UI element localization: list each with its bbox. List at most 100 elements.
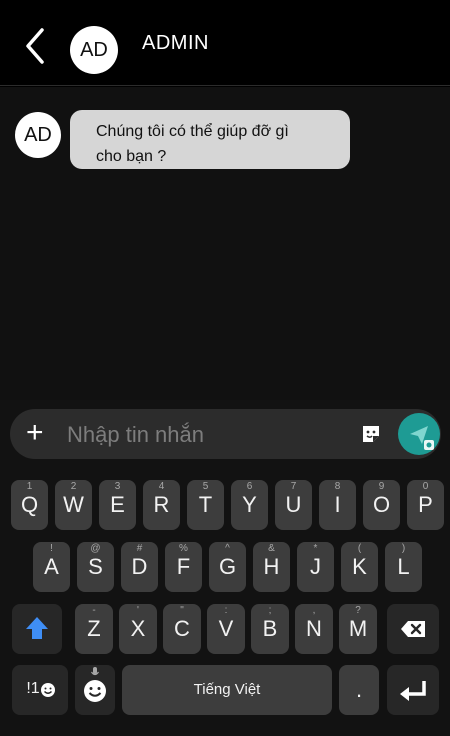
key-label: Z (87, 616, 101, 641)
send-button[interactable] (398, 413, 440, 455)
emoji-small-icon (41, 683, 55, 697)
key-label: K (352, 554, 367, 579)
space-key[interactable]: Tiếng Việt (122, 665, 332, 715)
key-r[interactable]: 4R (143, 480, 180, 530)
key-n[interactable]: ,N (295, 604, 333, 654)
key-label: M (348, 616, 368, 641)
key-label: L (397, 554, 410, 579)
key-l[interactable]: ) L (385, 542, 422, 592)
key-label: F (176, 554, 191, 579)
space-label: Tiếng Việt (193, 681, 261, 698)
key-t[interactable]: 5T (187, 480, 224, 530)
key-u[interactable]: 7U (275, 480, 312, 530)
key-s[interactable]: @ S (77, 542, 114, 592)
message-line: cho bạn ? (96, 148, 167, 165)
key-k[interactable]: (K (341, 542, 378, 592)
key-x[interactable]: ' X (119, 604, 157, 654)
period-label: . (355, 677, 363, 702)
shift-key[interactable] (12, 604, 62, 654)
key-label: I (334, 492, 341, 517)
backspace-key[interactable] (387, 604, 439, 654)
key-label: U (285, 492, 302, 517)
period-key[interactable]: . (339, 665, 379, 715)
message-avatar[interactable]: AD (15, 112, 61, 158)
key-e[interactable]: 3E (99, 480, 136, 530)
key-label: S (88, 554, 103, 579)
key-q[interactable]: 1Q (11, 480, 48, 530)
key-label: T (198, 492, 213, 517)
emoji-icon (84, 680, 106, 702)
avatar-initials: AD (80, 38, 108, 61)
key-hint: 9 (378, 481, 385, 492)
enter-icon (400, 681, 426, 701)
key-hint: % (179, 543, 188, 554)
contact-name: ADMIN (142, 32, 209, 54)
key-b[interactable]: ; B (251, 604, 289, 654)
key-z[interactable]: -Z (75, 604, 113, 654)
avatar[interactable]: AD (70, 26, 118, 74)
emoji-key[interactable] (75, 665, 115, 715)
key-label: X (130, 616, 146, 641)
key-c[interactable]: " C (163, 604, 201, 654)
key-d[interactable]: # D (121, 542, 158, 592)
microphone-icon (91, 667, 99, 676)
message-input[interactable]: Nhập tin nhắn (67, 422, 204, 448)
key-hint: ? (355, 605, 361, 616)
plus-icon[interactable]: + (26, 418, 44, 448)
key-i[interactable]: 8I (319, 480, 356, 530)
key-p[interactable]: 0P (407, 480, 444, 530)
key-hint: 6 (246, 481, 253, 492)
key-label: H (263, 554, 280, 579)
key-a[interactable]: ! A (33, 542, 70, 592)
key-hint: , (312, 605, 316, 616)
key-hint: 3 (114, 481, 121, 492)
key-label: E (110, 492, 125, 517)
key-j[interactable]: * J (297, 542, 334, 592)
key-v[interactable]: :V (207, 604, 245, 654)
chat-header: AD ADMIN (0, 0, 450, 86)
key-hint: " (180, 605, 184, 616)
key-w[interactable]: 2W (55, 480, 92, 530)
key-label: Q (20, 492, 39, 517)
key-label: O (372, 492, 391, 517)
key-hint: ) (401, 543, 406, 554)
key-hint: ' (137, 605, 139, 616)
key-hint: ; (268, 605, 272, 616)
symbols-label: !1 (26, 680, 40, 697)
key-label: C (174, 616, 190, 641)
backspace-icon (401, 621, 425, 637)
key-hint: ^ (225, 543, 230, 554)
key-hint: 2 (70, 481, 77, 492)
keyboard: + Nhập tin nhắn 1Q2W3E4R5T6Y7U8I9O0P ! A @… (0, 400, 450, 736)
key-y[interactable]: 6Y (231, 480, 268, 530)
key-label: G (218, 554, 237, 579)
key-hint: 0 (422, 481, 429, 492)
key-label: Y (242, 492, 257, 517)
key-label: A (44, 554, 59, 579)
key-f[interactable]: % F (165, 542, 202, 592)
key-label: D (131, 554, 148, 579)
key-hint: ! (50, 543, 53, 554)
message-line: Chúng tôi có thể giúp đỡ gì (96, 123, 289, 140)
enter-key[interactable] (387, 665, 439, 715)
key-label: R (153, 492, 170, 517)
key-hint: 4 (158, 481, 165, 492)
key-label: B (262, 616, 278, 641)
key-h[interactable]: & H (253, 542, 290, 592)
key-hint: 7 (290, 481, 297, 492)
message-input-bar[interactable]: + Nhập tin nhắn (10, 409, 441, 459)
key-hint: * (313, 543, 318, 554)
chevron-left-icon (26, 28, 44, 64)
symbols-key[interactable]: !1 (12, 665, 68, 715)
back-button[interactable] (16, 24, 56, 68)
key-o[interactable]: 9O (363, 480, 400, 530)
key-g[interactable]: ^ G (209, 542, 246, 592)
key-hint: - (92, 605, 96, 616)
sticker-icon[interactable] (360, 423, 382, 445)
key-label: W (63, 492, 84, 517)
key-hint: # (136, 543, 143, 554)
key-hint: 8 (334, 481, 341, 492)
key-hint: @ (90, 543, 101, 554)
message-bubble[interactable]: Chúng tôi có thể giúp đỡ gì cho bạn ? (70, 110, 350, 169)
key-m[interactable]: ? M (339, 604, 377, 654)
